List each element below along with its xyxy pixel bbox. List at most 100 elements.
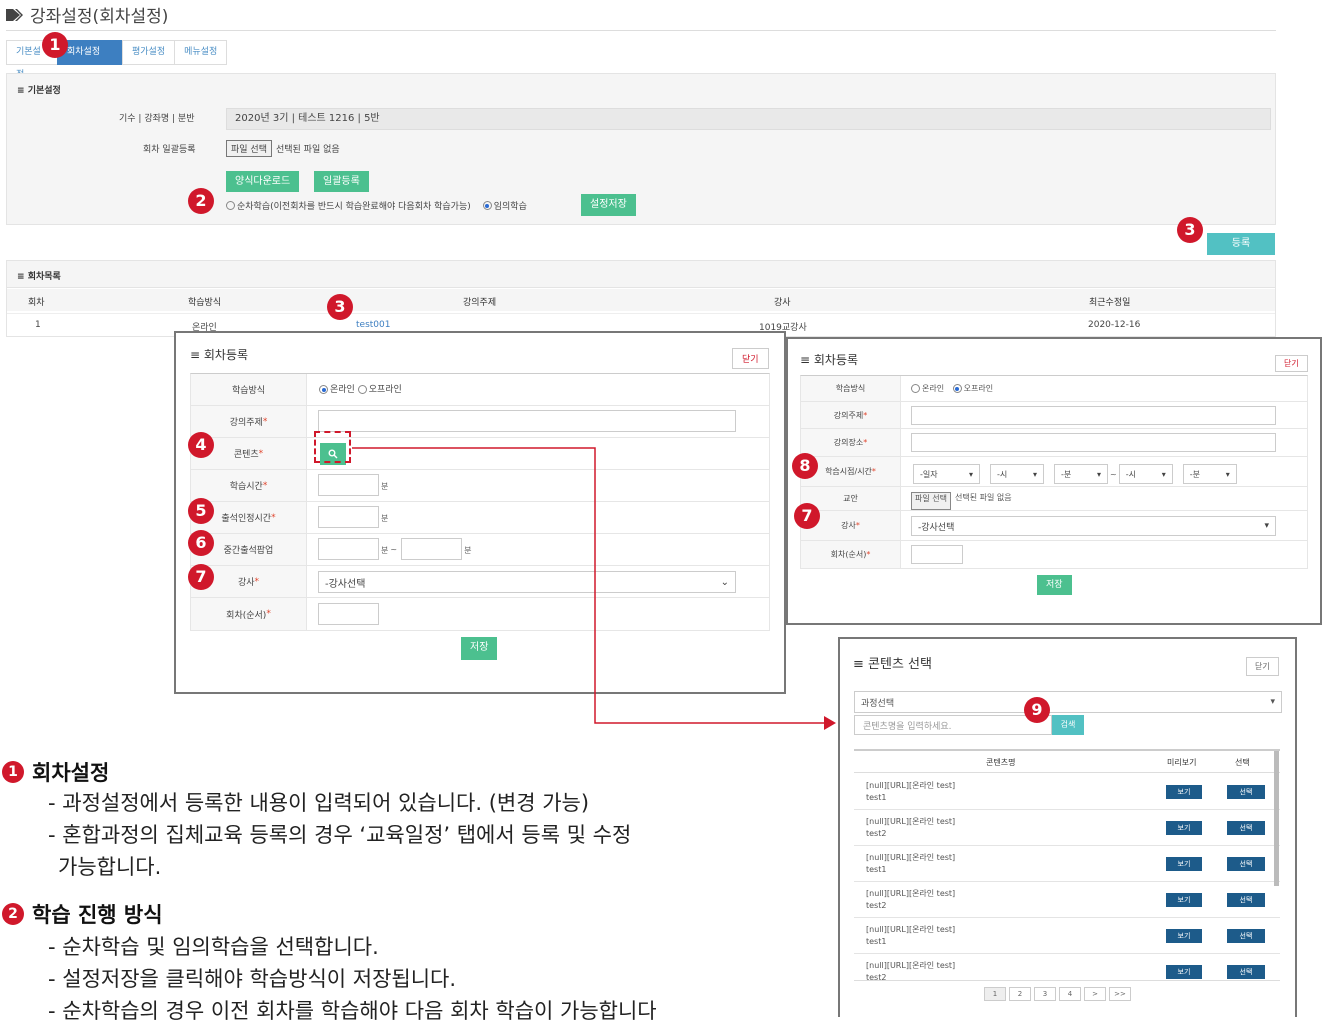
table-row: [null][URL][온라인 test] test1 보기 선택 <box>854 918 1280 954</box>
table-row: [null][URL][온라인 test] test2 보기 선택 <box>854 810 1280 846</box>
teacher-select[interactable]: -강사선택 ▾ <box>911 516 1276 536</box>
close-button[interactable]: 닫기 <box>1246 657 1279 676</box>
marker-badge: 4 <box>188 432 214 458</box>
order-input[interactable] <box>911 545 963 564</box>
file-none-text: 선택된 파일 없음 <box>275 145 340 155</box>
file-select-button[interactable]: 파일 선택 <box>911 492 951 510</box>
annotation-1-heading: 1 회차설정 <box>2 757 109 787</box>
marker-badge: 8 <box>792 453 818 479</box>
place-label: 강의장소 * <box>801 429 901 456</box>
method-label: 학습방식 <box>801 376 901 401</box>
close-button[interactable]: 닫기 <box>732 348 769 369</box>
col-header: 최근수정일 <box>1089 298 1131 308</box>
select-button[interactable]: 선택 <box>1227 785 1265 799</box>
start-min-select[interactable]: -분 ▾ <box>1054 464 1108 484</box>
select-button[interactable]: 선택 <box>1227 965 1265 979</box>
modal-title: ≡ 콘텐츠 선택 <box>853 657 932 672</box>
sequential-radio[interactable] <box>226 201 235 210</box>
col-header: 강의주제 <box>463 298 497 308</box>
next-page-button[interactable]: > <box>1084 987 1106 1001</box>
content-select-modal: ≡ 콘텐츠 선택 닫기 과정선택 ▾ 콘텐츠명을 입력하세요. 검색 콘텐츠명 미… <box>838 637 1297 1017</box>
course-value-field: 2020년 3기 | 테스트 1216 | 5반 <box>226 108 1271 130</box>
view-button[interactable]: 보기 <box>1166 785 1202 799</box>
offline-radio[interactable] <box>952 384 962 393</box>
select-button[interactable]: 선택 <box>1227 893 1265 907</box>
table-row: [null][URL][온라인 test] test1 보기 선택 <box>854 774 1280 810</box>
search-button[interactable]: 검색 <box>1052 715 1084 735</box>
view-button[interactable]: 보기 <box>1166 821 1202 835</box>
place-input[interactable] <box>911 433 1276 452</box>
basic-section-title: ≡ 기본설정 <box>17 86 61 96</box>
online-radio[interactable] <box>319 385 328 394</box>
register-button[interactable]: 등록 <box>1207 233 1275 255</box>
select-button[interactable]: 선택 <box>1227 821 1265 835</box>
list-section-title: ≡ 회차목록 <box>17 272 61 282</box>
topic-label: 강의주제 * <box>801 402 901 428</box>
order-label: 회차(순서) * <box>801 541 901 568</box>
offline-radio[interactable] <box>357 385 367 394</box>
topic-input[interactable] <box>911 406 1276 425</box>
title-divider <box>6 30 1276 31</box>
annotation-line: - 설정저장을 클릭해야 학습방식이 저장됩니다. <box>48 967 457 991</box>
annotation-line: 가능합니다. <box>58 855 162 879</box>
tab-bar: 기본설정 회차설정 평가설정 메뉴설정 <box>6 40 228 80</box>
save-setting-button[interactable]: 설정저장 <box>581 194 636 216</box>
end-min-select[interactable]: -분 ▾ <box>1182 464 1237 484</box>
page-button[interactable]: 1 <box>984 987 1006 1001</box>
marker-badge: 7 <box>188 564 214 590</box>
textbook-file-picker[interactable]: 파일 선택 선택된 파일 없음 <box>911 492 1012 510</box>
scrollbar[interactable] <box>1274 751 1279 886</box>
learning-mode-radios: 순차학습(이전회차를 반드시 학습완료해야 다음회차 학습가능) 임의학습 <box>226 199 527 212</box>
end-hour-select[interactable]: -시 ▾ <box>1118 464 1173 484</box>
page-button[interactable]: 2 <box>1009 987 1031 1001</box>
start-hour-select[interactable]: -시 ▾ <box>990 464 1044 484</box>
annotation-line: - 순차학습 및 임의학습을 선택합니다. <box>48 935 379 959</box>
page-title-text: 강좌설정(회차설정) <box>30 7 169 27</box>
marker-badge: 1 <box>42 32 68 58</box>
marker-badge: 2 <box>188 188 214 214</box>
view-button[interactable]: 보기 <box>1166 929 1202 943</box>
page-button[interactable]: 3 <box>1034 987 1056 1001</box>
topic-link[interactable]: test001 <box>356 320 390 330</box>
marker-badge: 3 <box>1177 217 1203 243</box>
session-list-panel: ≡ 회차목록 회차 학습방식 강의주제 강사 최근수정일 1 온라인 test0… <box>6 260 1276 337</box>
course-select[interactable]: 과정선택 ▾ <box>854 691 1282 713</box>
random-radio[interactable] <box>482 201 492 210</box>
template-download-button[interactable]: 양식다운로드 <box>226 171 300 192</box>
bulk-register-button[interactable]: 일괄등록 <box>314 171 369 192</box>
col-header: 콘텐츠명 <box>986 758 1016 767</box>
select-button[interactable]: 선택 <box>1227 929 1265 943</box>
date-select[interactable]: -일자 ▾ <box>913 464 980 484</box>
col-header: 선택 <box>1235 758 1250 767</box>
close-button[interactable]: 닫기 <box>1275 355 1308 372</box>
view-button[interactable]: 보기 <box>1166 965 1202 979</box>
content-search-input[interactable]: 콘텐츠명을 입력하세요. <box>854 715 1052 735</box>
page-button[interactable]: 4 <box>1059 987 1081 1001</box>
view-button[interactable]: 보기 <box>1166 893 1202 907</box>
last-page-button[interactable]: >> <box>1109 987 1131 1001</box>
order-label: 회차(순서) * <box>191 598 307 630</box>
view-button[interactable]: 보기 <box>1166 857 1202 871</box>
tab-evaluation[interactable]: 평가설정 <box>122 40 176 65</box>
online-radio[interactable] <box>911 384 920 393</box>
col-header: 미리보기 <box>1167 758 1197 767</box>
col-header: 학습방식 <box>188 298 222 308</box>
file-select-button[interactable]: 파일 선택 <box>226 140 272 157</box>
marker-badge: 6 <box>188 530 214 556</box>
table-row: [null][URL][온라인 test] test1 보기 선택 <box>854 846 1280 882</box>
session-register-modal-offline: ≡ 회차등록 닫기 학습방식 온라인 오프라인 강의주제 * 강의장소 * 학습시점… <box>786 337 1322 625</box>
marker-badge: 3 <box>327 294 353 320</box>
bulk-file-picker[interactable]: 파일 선택 선택된 파일 없음 <box>226 140 340 157</box>
tab-menu[interactable]: 메뉴설정 <box>174 40 228 65</box>
marker-badge: 7 <box>794 503 820 529</box>
random-label: 임의학습 <box>493 202 527 212</box>
col-header: 회차 <box>28 298 45 308</box>
annotation-2-heading: 2 학습 진행 방식 <box>2 899 163 929</box>
topic-input[interactable] <box>318 410 736 432</box>
course-label: 기수 | 강좌명 | 분반 <box>119 114 195 124</box>
save-button[interactable]: 저장 <box>1037 575 1072 595</box>
time-label: 학습시간 * <box>191 470 307 501</box>
page-title: 강좌설정(회차설정) <box>6 2 168 27</box>
select-button[interactable]: 선택 <box>1227 857 1265 871</box>
annotation-line: - 과정설정에서 등록한 내용이 입력되어 있습니다. (변경 가능) <box>48 791 590 815</box>
